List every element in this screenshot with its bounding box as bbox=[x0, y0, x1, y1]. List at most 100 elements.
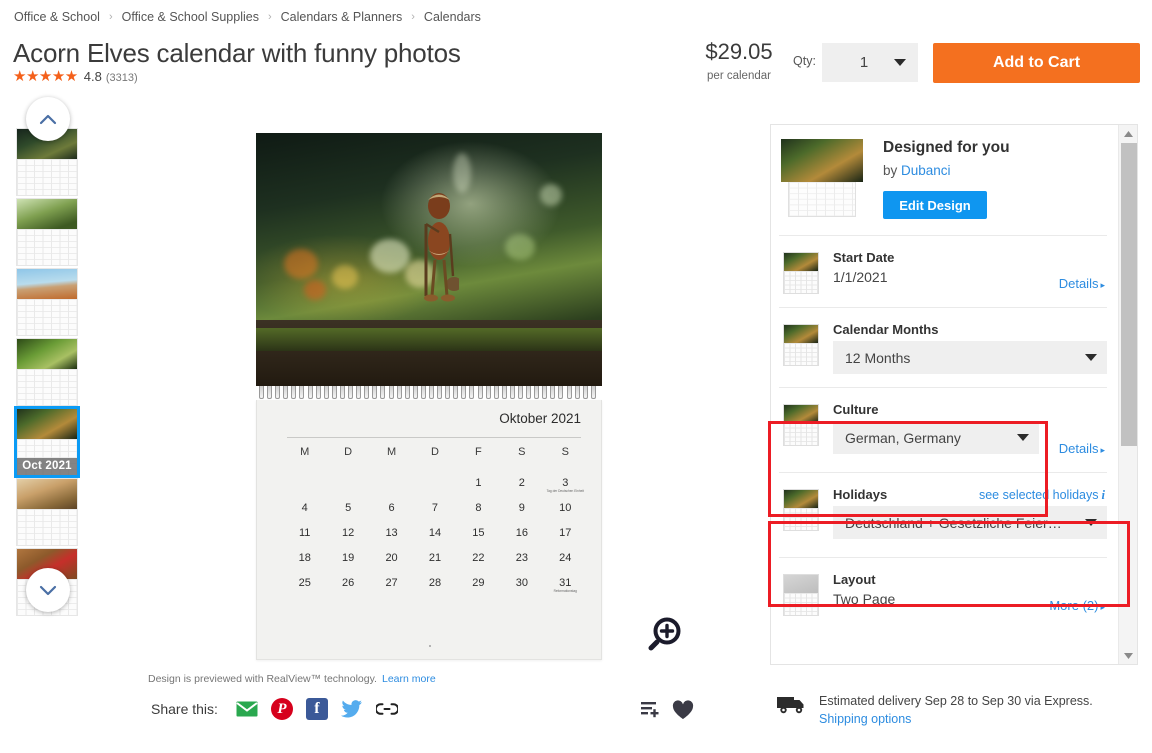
designer-line: by Dubanci bbox=[883, 163, 1010, 178]
pinterest-icon[interactable]: P bbox=[270, 698, 293, 720]
breadcrumb-item-1[interactable]: Office & School Supplies bbox=[122, 10, 259, 24]
product-preview[interactable]: Oktober 2021 M D M D F S S 1 2 3 Tag der Deutschen… bbox=[256, 133, 602, 660]
layout-more-link[interactable]: More (2) ▸ bbox=[1049, 598, 1105, 613]
option-value: German, Germany bbox=[845, 429, 961, 446]
add-to-cart-button[interactable]: Add to Cart bbox=[933, 43, 1140, 83]
scroll-down-arrow-icon bbox=[1124, 652, 1133, 659]
designed-for-you-title: Designed for you bbox=[883, 139, 1010, 156]
copy-link-icon[interactable] bbox=[375, 698, 398, 720]
facebook-icon[interactable]: f bbox=[305, 698, 328, 720]
calendar-day: 28 bbox=[428, 577, 442, 589]
option-value: 12 Months bbox=[845, 349, 911, 366]
shipping-options-link[interactable]: Shipping options bbox=[819, 710, 1093, 728]
add-to-list-button[interactable] bbox=[641, 701, 663, 724]
option-row-culture: Culture German, Germany Details ▸ bbox=[779, 388, 1107, 473]
design-thumbnail[interactable] bbox=[781, 139, 863, 217]
edit-design-button[interactable]: Edit Design bbox=[883, 191, 987, 219]
realview-note: Design is previewed with RealView™ techn… bbox=[148, 673, 436, 685]
thumbnail-scroll-up-button[interactable] bbox=[26, 97, 70, 141]
twitter-icon[interactable] bbox=[341, 698, 363, 720]
realview-learn-more-link[interactable]: Learn more bbox=[382, 673, 436, 685]
breadcrumb-item-3[interactable]: Calendars bbox=[424, 10, 481, 24]
email-icon[interactable] bbox=[236, 698, 258, 720]
quantity-select[interactable]: 1 bbox=[822, 43, 918, 82]
layout-thumbnail bbox=[783, 574, 819, 616]
calendar-weekday: F bbox=[475, 446, 482, 458]
calendar-day: 13 bbox=[385, 527, 398, 539]
calendar-day: 9 bbox=[518, 502, 525, 514]
divider bbox=[287, 437, 581, 438]
option-thumbnail bbox=[783, 404, 819, 446]
list-item-selected[interactable]: Oct 2021 bbox=[14, 406, 80, 478]
chevron-down-icon bbox=[894, 59, 906, 66]
calendar-day-empty bbox=[283, 477, 326, 489]
option-row-calendar-months: Calendar Months 12 Months bbox=[779, 308, 1107, 388]
calendar-day: 19 bbox=[342, 552, 355, 564]
calendar-day: 24 bbox=[559, 552, 572, 564]
calendar-months-select[interactable]: 12 Months bbox=[833, 341, 1107, 374]
quantity-value: 1 bbox=[859, 54, 869, 71]
culture-details-link[interactable]: Details ▸ bbox=[1059, 441, 1105, 456]
truck-icon bbox=[777, 695, 807, 720]
chevron-down-icon bbox=[39, 585, 57, 595]
holidays-select[interactable]: Deutschland + Gesetzliche Feier… bbox=[833, 506, 1107, 539]
breadcrumb-item-2[interactable]: Calendars & Planners bbox=[281, 10, 403, 24]
calendar-day: 29 bbox=[472, 577, 485, 589]
calendar-grid: M D M D F S S 1 2 3 Tag der Deutschen Einheit 4 5 6 7 8… bbox=[283, 446, 587, 593]
zoom-in-icon bbox=[648, 617, 681, 651]
scrollbar-thumb[interactable] bbox=[1121, 143, 1137, 446]
option-row-layout: Layout Two Page More (2) ▸ bbox=[779, 558, 1107, 629]
chevron-right-icon: ▸ bbox=[1100, 280, 1105, 290]
designed-for-you-row: Designed for you by Dubanci Edit Design bbox=[779, 125, 1107, 236]
see-selected-holidays-link[interactable]: see selected holidays i bbox=[979, 488, 1105, 503]
calendar-day: 18 bbox=[298, 552, 311, 564]
quantity-label: Qty: bbox=[793, 54, 816, 68]
breadcrumb-item-0[interactable]: Office & School bbox=[14, 10, 100, 24]
chevron-up-icon bbox=[39, 114, 57, 124]
calendar-holiday-note: Tag der Deutschen Einheit bbox=[546, 489, 584, 493]
list-item[interactable] bbox=[16, 338, 78, 406]
chevron-down-icon bbox=[1017, 434, 1029, 441]
calendar-day: 21 bbox=[428, 552, 442, 564]
details-label: Details bbox=[1058, 441, 1099, 456]
thumbnail-label: Oct 2021 bbox=[17, 458, 77, 475]
delivery-info: Estimated delivery Sep 28 to Sep 30 via … bbox=[777, 692, 1093, 728]
chevron-down-icon bbox=[1085, 519, 1097, 526]
favorite-button[interactable] bbox=[672, 700, 694, 725]
see-selected-holidays-label: see selected holidays bbox=[978, 488, 1099, 502]
review-count[interactable]: (3313) bbox=[106, 72, 138, 84]
thumbnail-scroll-down-button[interactable] bbox=[26, 568, 70, 612]
calendar-day: 3 Tag der Deutschen Einheit bbox=[546, 477, 584, 493]
calendar-month-title: Oktober 2021 bbox=[499, 411, 581, 426]
rating-row[interactable]: ★★★★★ 4.8 (3313) bbox=[13, 69, 138, 84]
calendar-cover-photo[interactable] bbox=[256, 133, 602, 386]
zoom-in-button[interactable] bbox=[646, 615, 684, 658]
options-scrollbar[interactable] bbox=[1118, 125, 1137, 664]
scrollbar-up-button[interactable] bbox=[1119, 125, 1137, 142]
preview-actions bbox=[641, 700, 694, 725]
designer-link[interactable]: Dubanci bbox=[901, 163, 951, 178]
scrollbar-down-button[interactable] bbox=[1119, 647, 1137, 664]
calendar-day: 31 Reformationstag bbox=[553, 577, 577, 593]
calendar-day: 10 bbox=[559, 502, 572, 514]
option-row-start-date: Start Date 1/1/2021 Details ▸ bbox=[779, 236, 1107, 308]
list-item[interactable] bbox=[16, 478, 78, 546]
product-detail-page: Office & School › Office & School Suppli… bbox=[0, 0, 1152, 753]
acorn-elf-figure-icon bbox=[423, 192, 459, 302]
list-item[interactable] bbox=[16, 198, 78, 266]
star-rating-icon: ★★★★★ bbox=[13, 68, 78, 85]
list-item[interactable] bbox=[16, 268, 78, 336]
by-prefix: by bbox=[883, 163, 902, 178]
price-block: $29.05 per calendar bbox=[697, 41, 781, 83]
calendar-month-sheet: Oktober 2021 M D M D F S S 1 2 3 Tag der Deutschen… bbox=[256, 400, 602, 660]
calendar-weekday: M bbox=[300, 446, 310, 458]
heart-icon bbox=[672, 700, 694, 719]
calendar-holiday-note: Reformationstag bbox=[553, 589, 577, 593]
calendar-day: 14 bbox=[428, 527, 442, 539]
calendar-weekday: M bbox=[386, 446, 397, 458]
calendar-day: 17 bbox=[559, 527, 572, 539]
start-date-details-link[interactable]: Details ▸ bbox=[1059, 276, 1105, 291]
thumbnail-rail[interactable]: Oct 2021 bbox=[14, 128, 80, 618]
culture-select[interactable]: German, Germany bbox=[833, 421, 1039, 454]
share-label: Share this: bbox=[151, 701, 218, 717]
